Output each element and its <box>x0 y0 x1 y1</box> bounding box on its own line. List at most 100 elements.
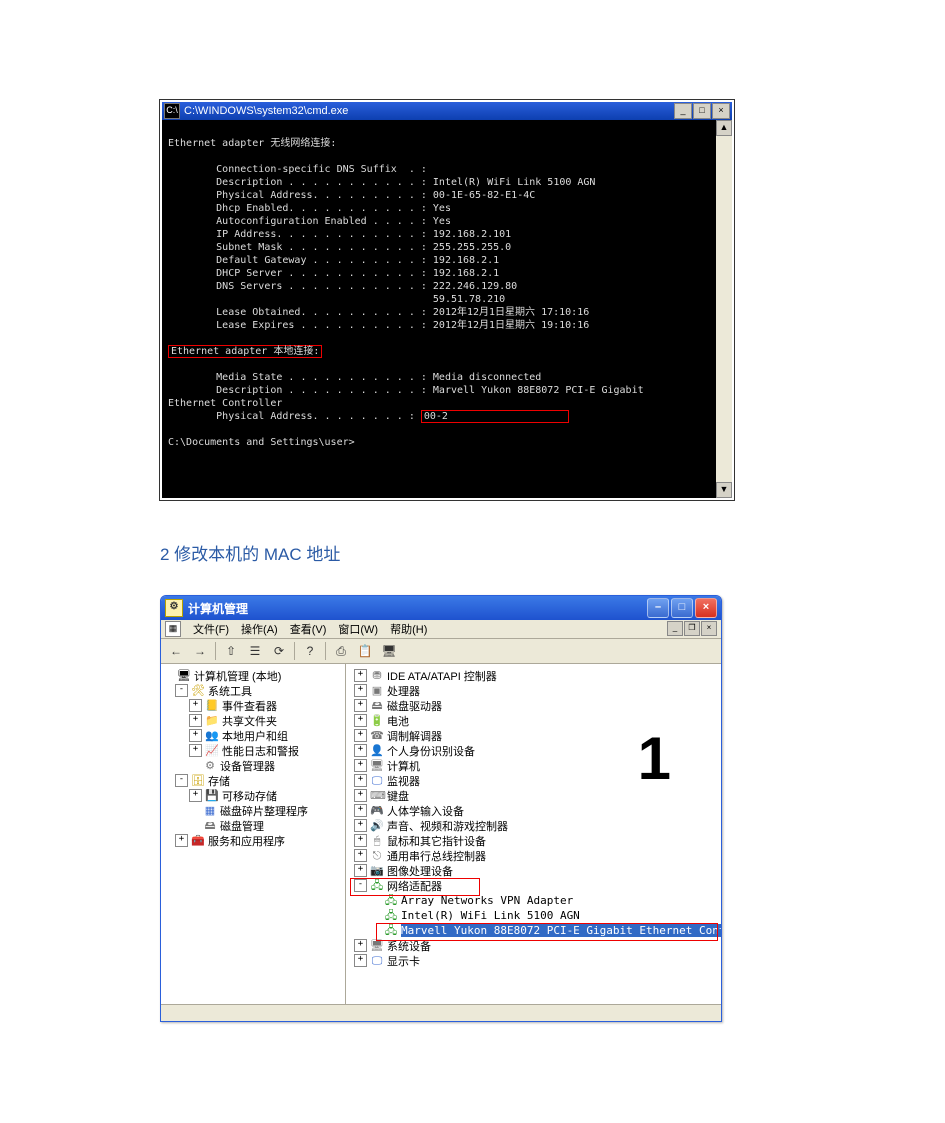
tree-label: 磁盘管理 <box>220 818 264 834</box>
maximize-button[interactable]: □ <box>693 103 711 119</box>
expander-icon[interactable]: + <box>354 939 367 952</box>
left-tree-pane[interactable]: 🖥 计算机管理 (本地) - 🛠 系统工具 + 📒 事件查看器 + 📁 共享文件… <box>161 664 346 1004</box>
tree-services-apps[interactable]: + 🧰 服务和应用程序 <box>163 833 343 848</box>
toolbar-properties-button[interactable]: ☰ <box>244 640 266 662</box>
expander-icon[interactable]: + <box>354 819 367 832</box>
defrag-icon: ▦ <box>203 804 217 818</box>
scrollbar[interactable]: ▲ ▼ <box>716 120 732 498</box>
mdi-restore-button[interactable]: ❐ <box>684 621 700 636</box>
battery-icon: 🔋 <box>370 714 384 728</box>
minimize-button[interactable]: – <box>647 598 669 618</box>
expander-icon[interactable]: + <box>354 849 367 862</box>
tree-performance[interactable]: + 📈 性能日志和警报 <box>163 743 343 758</box>
tree-defrag[interactable]: ▦ 磁盘碎片整理程序 <box>163 803 343 818</box>
storage-icon: 🗄 <box>191 774 205 788</box>
expander-icon[interactable]: + <box>189 714 202 727</box>
expander-icon[interactable]: + <box>354 864 367 877</box>
tree-event-viewer[interactable]: + 📒 事件查看器 <box>163 698 343 713</box>
menu-window[interactable]: 窗口(W) <box>332 621 384 637</box>
close-button[interactable]: × <box>712 103 730 119</box>
tree-local-users[interactable]: + 👥 本地用户和组 <box>163 728 343 743</box>
menu-view[interactable]: 查看(V) <box>284 621 333 637</box>
menu-action[interactable]: 操作(A) <box>235 621 284 637</box>
expander-icon[interactable]: + <box>354 774 367 787</box>
maximize-button[interactable]: □ <box>671 598 693 618</box>
toolbox-icon: 🛠 <box>191 684 205 698</box>
cmd-line: Media State . . . . . . . . . . . : Medi… <box>168 372 541 383</box>
expander-icon[interactable]: + <box>189 789 202 802</box>
cmd-line: Connection-specific DNS Suffix . : <box>168 164 427 175</box>
tree-storage[interactable]: - 🗄 存储 <box>163 773 343 788</box>
dev-diskdrive[interactable]: +🖴磁盘驱动器 <box>348 698 719 713</box>
expander-icon[interactable]: + <box>189 729 202 742</box>
dev-display[interactable]: +🖵显示卡 <box>348 953 719 968</box>
expander-icon[interactable]: + <box>354 669 367 682</box>
toolbar-up-button[interactable]: ⇧ <box>220 640 242 662</box>
menu-help[interactable]: 帮助(H) <box>384 621 433 637</box>
tree-system-tools[interactable]: - 🛠 系统工具 <box>163 683 343 698</box>
services-icon: 🧰 <box>191 834 205 848</box>
toolbar-refresh-button[interactable]: ⟳ <box>268 640 290 662</box>
expander-icon[interactable]: + <box>189 744 202 757</box>
minimize-button[interactable]: _ <box>674 103 692 119</box>
cmd-line: Default Gateway . . . . . . . . . : 192.… <box>168 255 499 266</box>
tree-shared-folders[interactable]: + 📁 共享文件夹 <box>163 713 343 728</box>
dev-sound[interactable]: +🔊声音、视频和游戏控制器 <box>348 818 719 833</box>
tree-label: 系统工具 <box>208 683 252 699</box>
toolbar-forward-button[interactable]: → <box>189 640 211 662</box>
nic-icon: 🖧 <box>384 909 398 923</box>
expander-icon[interactable]: + <box>189 699 202 712</box>
scroll-down-icon[interactable]: ▼ <box>716 482 732 498</box>
expander-icon[interactable]: + <box>354 684 367 697</box>
mdi-close-button[interactable]: × <box>701 621 717 636</box>
tree-label: 事件查看器 <box>222 698 277 714</box>
tree-device-manager[interactable]: ⚙ 设备管理器 <box>163 758 343 773</box>
highlight-mac-value: 00-2 <box>421 410 569 423</box>
expander-icon[interactable]: + <box>354 744 367 757</box>
statusbar <box>161 1004 721 1021</box>
dev-mouse[interactable]: +🖱鼠标和其它指针设备 <box>348 833 719 848</box>
expander-icon[interactable]: + <box>175 834 188 847</box>
toolbar-help-button[interactable]: ? <box>299 640 321 662</box>
cmd-prompt[interactable]: C:\Documents and Settings\user> <box>168 437 355 448</box>
expander-icon[interactable]: - <box>175 684 188 697</box>
expander-icon[interactable]: + <box>354 789 367 802</box>
expander-icon[interactable]: + <box>354 699 367 712</box>
tree-disk-management[interactable]: 🖴 磁盘管理 <box>163 818 343 833</box>
cmd-line: 59.51.78.210 <box>168 294 505 305</box>
expander-icon <box>163 670 174 681</box>
right-device-pane[interactable]: 1 +⛃IDE ATA/ATAPI 控制器 +▣处理器 +🖴磁盘驱动器 +🔋电池… <box>346 664 721 1004</box>
scroll-up-icon[interactable]: ▲ <box>716 120 732 136</box>
menu-file[interactable]: 文件(F) <box>187 621 235 637</box>
dev-cpu[interactable]: +▣处理器 <box>348 683 719 698</box>
mgmt-titlebar: ⚙ 计算机管理 – □ × <box>161 596 721 620</box>
tree-removable-storage[interactable]: + 💾 可移动存储 <box>163 788 343 803</box>
cpu-icon: ▣ <box>370 684 384 698</box>
dev-net-wifi[interactable]: 🖧Intel(R) WiFi Link 5100 AGN <box>348 908 719 923</box>
tree-root[interactable]: 🖥 计算机管理 (本地) <box>163 668 343 683</box>
tree-label: 通用串行总线控制器 <box>387 848 486 864</box>
mdi-minimize-button[interactable]: _ <box>667 621 683 636</box>
expander-icon[interactable]: + <box>354 759 367 772</box>
hid-icon: 🎮 <box>370 804 384 818</box>
expander-icon[interactable]: + <box>354 954 367 967</box>
tree-label: 调制解调器 <box>387 728 442 744</box>
dev-hid[interactable]: +🎮人体学输入设备 <box>348 803 719 818</box>
dev-ide[interactable]: +⛃IDE ATA/ATAPI 控制器 <box>348 668 719 683</box>
toolbar-clipboard-button[interactable]: 📋 <box>354 640 376 662</box>
expander-icon[interactable]: + <box>354 834 367 847</box>
toolbar-computer-button[interactable]: 🖥 <box>378 640 400 662</box>
mdi-system-icon[interactable]: ▦ <box>165 621 181 637</box>
cmd-line: Autoconfiguration Enabled . . . . : Yes <box>168 216 451 227</box>
toolbar-back-button[interactable]: ← <box>165 640 187 662</box>
expander-icon[interactable]: + <box>354 714 367 727</box>
dev-usb[interactable]: +⎋通用串行总线控制器 <box>348 848 719 863</box>
dev-imaging[interactable]: +📷图像处理设备 <box>348 863 719 878</box>
computer-icon: 🖥 <box>177 669 191 683</box>
expander-icon[interactable]: + <box>354 729 367 742</box>
scroll-track[interactable] <box>716 136 732 482</box>
expander-icon[interactable]: + <box>354 804 367 817</box>
close-button[interactable]: × <box>695 598 717 618</box>
expander-icon[interactable]: - <box>175 774 188 787</box>
toolbar-print-button[interactable]: ⎙ <box>330 640 352 662</box>
